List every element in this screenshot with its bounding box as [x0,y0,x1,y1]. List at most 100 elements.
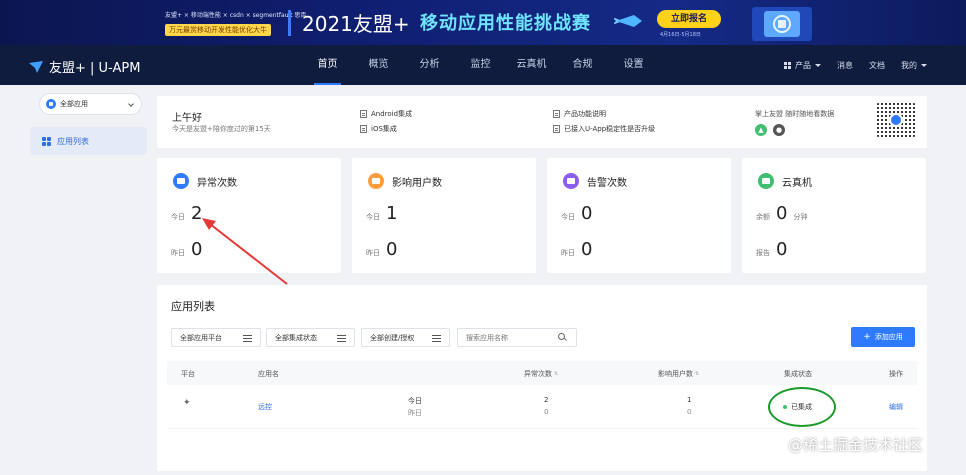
stat-value: 0 [776,239,788,260]
stat-card-cloud-device: 云真机 余额 0 分钟 报告 0 [742,158,926,273]
nav-analysis[interactable]: 分析 [404,45,455,85]
mine-label: 我的 [901,60,917,70]
stat-today: 今日 2 [171,203,202,224]
nav-right: 产品 消息 文档 我的 [784,45,943,85]
banner-sponsors: 友盟+ × 移动端性能 × csdn × segmentfault 思否 [165,12,307,19]
link-label: 产品功能说明 [564,110,606,118]
alert-icon [563,173,579,189]
stat-label: 昨日 [366,249,380,257]
crash-yesterday: 0 [544,408,549,416]
nav-settings[interactable]: 设置 [608,45,659,85]
sort-icon: ⇅ [695,371,700,377]
platform-filter[interactable]: 全部应用平台 [171,328,261,347]
app-icon [46,99,56,109]
stat-title: 告警次数 [587,177,627,189]
stat-value[interactable]: 0 [581,203,592,224]
col-label: 异常次数 [524,370,552,378]
top-navbar: 友盟+ | U-APM 首页 概览 分析 监控 云真机 合规 设置 产品 消息 … [0,45,966,85]
signup-button[interactable]: 立即报名 [657,10,721,28]
banner-title: 移动应用性能挑战赛 [420,13,591,34]
edit-link[interactable]: 编辑 [889,402,903,412]
docs-link[interactable]: 文档 [869,60,885,71]
chip-illustration-icon [752,7,812,41]
add-app-label: 添加应用 [874,333,903,341]
grid-icon [42,136,51,146]
nav-cloud-device[interactable]: 云真机 [506,45,557,85]
filter-icon [243,335,252,339]
document-icon [553,110,560,118]
main-nav: 首页 概览 分析 监控 云真机 合规 设置 [302,45,659,85]
col-crashes[interactable]: 异常次数 ⇅ [524,369,558,379]
android-integration-link[interactable]: Android集成 [360,109,412,119]
stat-header: 影响用户数 [368,173,442,189]
stat-card-crashes: 异常次数 今日 2 昨日 0 [157,158,341,273]
app-name-link[interactable]: 远控 [258,402,272,412]
banner-tagline: 万元最赏移动开发性能优化大牛 [165,24,271,36]
android-icon[interactable]: ▲ [755,124,767,136]
stat-card-alerts: 告警次数 今日 0 昨日 0 [547,158,731,273]
messages-link[interactable]: 消息 [837,60,853,71]
qr-logo-icon [889,113,903,127]
col-label: 影响用户数 [658,370,693,378]
product-features-link[interactable]: 产品功能说明 [553,109,606,119]
stat-header: 告警次数 [563,173,627,189]
nav-monitor[interactable]: 监控 [455,45,506,85]
products-menu[interactable]: 产品 [784,60,821,71]
robot-icon [768,436,784,453]
stat-label: 昨日 [171,249,185,257]
stat-value: 0 [191,239,203,260]
rocket-icon [614,15,642,27]
stat-value: 0 [581,239,593,260]
today-label: 今日 [408,397,422,405]
stat-label: 报告 [756,249,770,257]
users-icon [368,173,384,189]
ios-integration-link[interactable]: iOS集成 [360,124,397,134]
app-selector[interactable]: 全部应用 [39,93,142,115]
col-affected-users[interactable]: 影响用户数 ⇅ [658,369,699,379]
stat-value[interactable]: 1 [386,203,397,224]
stat-header: 云真机 [758,173,812,189]
stat-yesterday: 昨日 0 [366,239,397,260]
search-icon[interactable] [558,333,565,340]
ownership-filter[interactable]: 全部创建/授权 [361,328,450,347]
stat-title: 影响用户数 [392,177,442,189]
stat-balance: 余额 0 分钟 [756,203,807,224]
document-icon [360,125,367,133]
stat-label: 余额 [756,213,770,221]
table-header: 平台 应用名 异常次数 ⇅ 影响用户数 ⇅ 集成状态 操作 [167,361,917,385]
greeting-subtitle: 今天是友盟+陪你度过的第15天 [172,125,271,133]
stat-yesterday: 昨日 0 [561,239,592,260]
stat-reports: 报告 0 [756,239,787,260]
document-icon [553,125,560,133]
stat-label: 今日 [366,213,380,221]
grid-icon [784,61,791,69]
filter-icon [432,335,441,339]
status-filter[interactable]: 全部集成状态 [266,328,355,347]
stat-value[interactable]: 0 [776,203,787,224]
stat-label: 今日 [561,213,575,221]
mobile-app-text: 掌上友盟 随时随地看数据 [755,110,835,118]
add-app-button[interactable]: + 添加应用 [851,327,915,347]
mine-menu[interactable]: 我的 [901,60,927,71]
nav-home[interactable]: 首页 [302,45,353,85]
qr-code [877,101,915,139]
sidebar-item-app-list[interactable]: 应用列表 [30,127,147,155]
sidebar-item-label: 应用列表 [57,136,89,146]
col-actions: 操作 [889,370,903,378]
apple-icon[interactable]: ● [773,124,785,136]
brand[interactable]: 友盟+ | U-APM [28,57,140,76]
stat-value: 0 [386,239,398,260]
col-app-name: 应用名 [258,370,279,378]
nav-compliance[interactable]: 合规 [557,45,608,85]
stat-value[interactable]: 2 [191,203,202,224]
android-platform-icon: ✦ [183,398,191,408]
users-yesterday: 0 [687,408,692,416]
filter-label: 全部创建/授权 [370,333,415,342]
stability-upgrade-link[interactable]: 已接入U-App稳定性是否升级 [553,124,655,134]
stat-unit: 分钟 [793,213,808,221]
stat-title: 云真机 [782,177,812,189]
users-today: 1 [687,396,692,404]
stat-card-affected-users: 影响用户数 今日 1 昨日 0 [352,158,536,273]
promo-banner[interactable]: 友盟+ × 移动端性能 × csdn × segmentfault 思否 万元最… [0,0,966,45]
nav-overview[interactable]: 概览 [353,45,404,85]
